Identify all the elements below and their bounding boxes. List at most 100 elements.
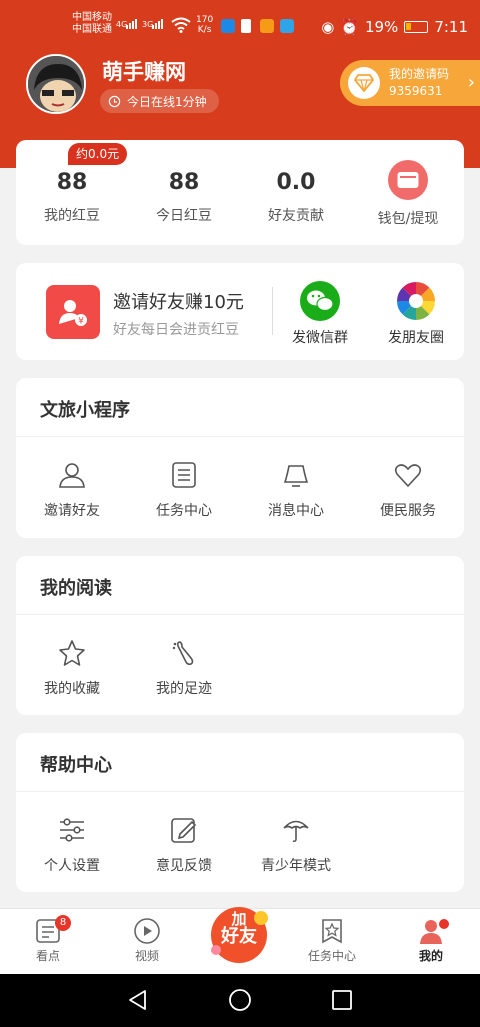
invite-friends-button[interactable]: 邀请好友 bbox=[16, 460, 128, 520]
tab-video[interactable]: 视频 bbox=[107, 917, 187, 964]
share-moments-label: 发朋友圈 bbox=[388, 330, 444, 346]
tab-label: 看点 bbox=[35, 949, 60, 963]
network-speed: 170 K/s bbox=[196, 15, 213, 35]
tab-label: 我的 bbox=[418, 949, 443, 963]
signal-icon-2 bbox=[152, 19, 163, 29]
diamond-icon bbox=[348, 67, 380, 99]
invite-title[interactable]: 邀请好友赚10元 bbox=[113, 288, 244, 314]
tab-task-center[interactable]: 任务中心 bbox=[292, 917, 372, 964]
add-friend-line2: 好友 bbox=[221, 926, 257, 947]
invite-code-label: 我的邀请码 bbox=[389, 67, 450, 81]
stat-value: 0.0 bbox=[276, 170, 316, 195]
section-title: 帮助中心 bbox=[40, 755, 112, 776]
tab-label: 任务中心 bbox=[307, 949, 356, 963]
notification-dot bbox=[439, 919, 449, 929]
youth-mode-button[interactable]: 青少年模式 bbox=[240, 815, 352, 875]
wallet-label: 钱包/提现 bbox=[377, 211, 439, 227]
personal-settings-button[interactable]: 个人设置 bbox=[16, 815, 128, 875]
grid-label: 个人设置 bbox=[44, 858, 100, 874]
reading-section: 我的阅读 我的收藏 我的足迹 bbox=[16, 556, 464, 715]
grid-label: 意见反馈 bbox=[156, 858, 212, 874]
share-wechat-label: 发微信群 bbox=[292, 330, 348, 346]
help-center-section: 帮助中心 个人设置 意见反馈 青少年模式 bbox=[16, 733, 464, 892]
share-wechat-group-button[interactable]: 发微信群 bbox=[280, 281, 360, 347]
chevron-right-icon: › bbox=[467, 72, 475, 93]
carrier-2: 中国联通 bbox=[72, 24, 112, 35]
my-footprints-button[interactable]: 我的足迹 bbox=[128, 638, 240, 698]
battery-percent: 19% bbox=[364, 18, 399, 36]
stat-label: 好友贡献 bbox=[268, 208, 324, 224]
clock: 7:11 bbox=[434, 18, 468, 36]
wallet-withdraw-button[interactable]: 钱包/提现 bbox=[352, 140, 464, 245]
app-notification-icon bbox=[221, 19, 235, 33]
stat-label: 我的红豆 bbox=[44, 208, 100, 224]
unread-badge: 8 bbox=[55, 915, 71, 931]
online-time-text: 今日在线1分钟 bbox=[127, 94, 207, 109]
grid-label: 青少年模式 bbox=[261, 858, 331, 874]
umbrella-icon bbox=[283, 820, 309, 843]
wallet-icon bbox=[388, 160, 428, 200]
speed-unit: K/s bbox=[197, 25, 212, 35]
task-star-icon bbox=[322, 919, 342, 944]
tab-label: 视频 bbox=[134, 949, 159, 963]
battery-icon bbox=[404, 21, 429, 33]
recents-icon[interactable] bbox=[330, 988, 354, 1012]
stat-value: 88 bbox=[56, 170, 88, 195]
stat-today-beans[interactable]: 88 今日红豆 bbox=[128, 140, 240, 245]
clock-icon bbox=[108, 95, 121, 107]
online-time-badge: 今日在线1分钟 bbox=[100, 89, 219, 113]
add-friend-button[interactable]: 加 好友 bbox=[206, 904, 272, 964]
svg-text:¥: ¥ bbox=[78, 317, 84, 327]
user-icon bbox=[59, 463, 85, 488]
tab-me[interactable]: 我的 bbox=[391, 917, 471, 964]
home-icon[interactable] bbox=[228, 988, 252, 1012]
bell-icon bbox=[283, 465, 309, 487]
grid-label: 邀请好友 bbox=[44, 503, 100, 519]
star-icon bbox=[59, 640, 85, 666]
invite-code-value: 9359631 bbox=[389, 84, 443, 98]
tab-highlights[interactable]: 8 看点 bbox=[8, 915, 88, 964]
system-navigation-bar bbox=[0, 974, 480, 1027]
invite-user-icon[interactable]: ¥ bbox=[46, 285, 100, 339]
username: 萌手赚网 bbox=[102, 60, 186, 84]
divider bbox=[16, 436, 464, 437]
carrier-names: 中国移动 中国联通 bbox=[72, 12, 112, 36]
my-invite-code-button[interactable]: 我的邀请码 9359631 › bbox=[340, 60, 480, 106]
public-services-button[interactable]: 便民服务 bbox=[352, 460, 464, 520]
wifi-icon bbox=[171, 17, 191, 33]
add-friend-text: 加 好友 bbox=[206, 910, 272, 946]
speed-value: 170 bbox=[196, 15, 214, 25]
mini-programs-section: 文旅小程序 邀请好友 任务中心 消息中心 便民服务 bbox=[16, 378, 464, 538]
send-app-icon bbox=[280, 19, 294, 33]
share-moments-button[interactable]: 发朋友圈 bbox=[376, 281, 456, 347]
my-favorites-button[interactable]: 我的收藏 bbox=[16, 638, 128, 698]
divider bbox=[16, 791, 464, 792]
footprint-icon bbox=[172, 641, 194, 666]
settings-sliders-icon bbox=[60, 818, 84, 842]
sim-card-icon bbox=[241, 19, 251, 33]
stat-friend-contribution[interactable]: 0.0 好友贡献 bbox=[240, 140, 352, 245]
divider bbox=[16, 614, 464, 615]
task-center-button[interactable]: 任务中心 bbox=[128, 460, 240, 520]
carrier-1: 中国移动 bbox=[72, 12, 112, 23]
stat-label: 今日红豆 bbox=[156, 208, 212, 224]
edit-icon bbox=[171, 818, 197, 843]
wechat-icon bbox=[300, 281, 340, 321]
status-right: ◉ ⏰ 19% 7:11 bbox=[321, 18, 468, 36]
divider bbox=[272, 287, 273, 335]
video-app-icon bbox=[260, 19, 274, 33]
feedback-button[interactable]: 意见反馈 bbox=[128, 815, 240, 875]
grid-label: 我的收藏 bbox=[44, 681, 100, 697]
play-icon bbox=[134, 918, 160, 944]
eye-icon: ◉ bbox=[321, 18, 335, 36]
heart-icon bbox=[394, 464, 422, 488]
signal-icon-1 bbox=[126, 19, 137, 29]
grid-label: 任务中心 bbox=[156, 503, 212, 519]
grid-label: 消息中心 bbox=[268, 503, 324, 519]
invite-subtitle: 好友每日会进贡红豆 bbox=[113, 322, 239, 338]
task-list-icon bbox=[172, 462, 196, 488]
alarm-icon: ⏰ bbox=[340, 18, 359, 36]
message-center-button[interactable]: 消息中心 bbox=[240, 460, 352, 520]
avatar[interactable] bbox=[26, 54, 86, 114]
back-icon[interactable] bbox=[126, 988, 150, 1012]
